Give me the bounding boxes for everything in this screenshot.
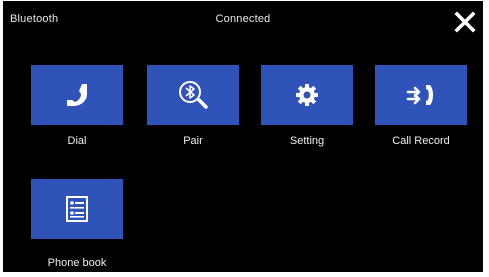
gear-icon: [296, 84, 318, 106]
close-button[interactable]: [452, 9, 478, 35]
bluetooth-screen: Bluetooth Connected Dial Pair Setting Ca…: [3, 1, 483, 272]
pair-button[interactable]: [147, 65, 239, 125]
dial-button[interactable]: [31, 65, 123, 125]
pair-label: Pair: [183, 135, 203, 147]
call-record-button[interactable]: [375, 65, 467, 125]
setting-label: Setting: [289, 135, 325, 147]
phone-book-button[interactable]: [31, 179, 123, 239]
bluetooth-search-icon: [179, 81, 208, 109]
phone-book-label: Phone book: [47, 257, 107, 269]
call-record-label: Call Record: [392, 135, 450, 147]
phone-handset-icon: [67, 84, 87, 106]
close-icon: [454, 11, 476, 33]
call-record-icon: [406, 85, 433, 105]
connection-status: Connected: [215, 13, 271, 25]
dial-label: Dial: [67, 135, 87, 147]
contacts-list-icon: [66, 196, 88, 222]
setting-button[interactable]: [261, 65, 353, 125]
